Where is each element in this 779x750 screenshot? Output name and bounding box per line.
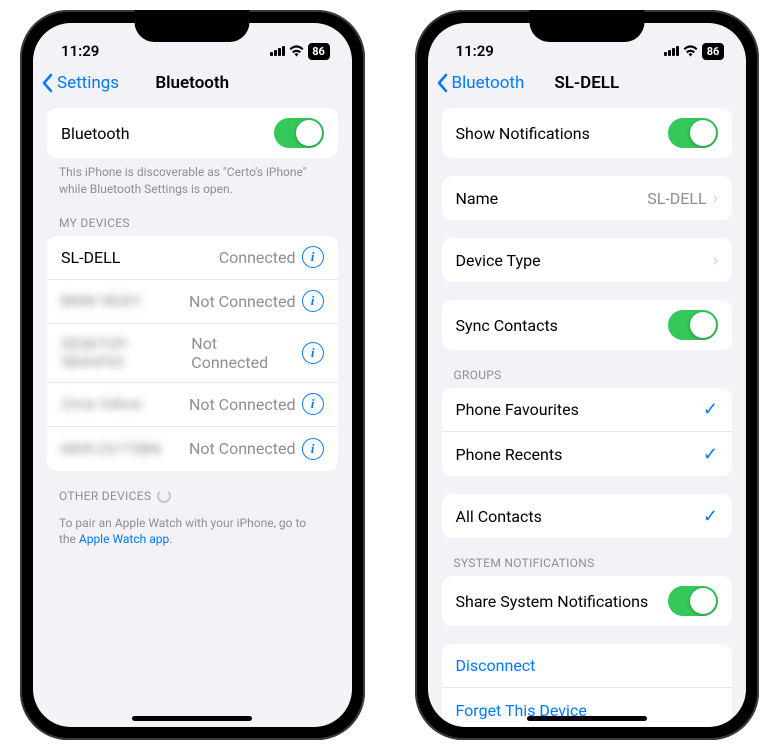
device-row[interactable]: SL-DELL Connected i (47, 236, 338, 280)
bluetooth-toggle-row[interactable]: Bluetooth (47, 108, 338, 158)
home-indicator[interactable] (132, 716, 252, 721)
notch (529, 10, 644, 42)
device-type-label: Device Type (456, 251, 541, 270)
device-status: Not Connected (189, 439, 296, 458)
info-icon[interactable]: i (302, 290, 324, 312)
sync-contacts-toggle[interactable] (668, 310, 718, 340)
device-row[interactable]: BMW 98301 Not Connected i (47, 280, 338, 324)
sync-contacts-row[interactable]: Sync Contacts (442, 300, 733, 350)
device-name: SL-DELL (61, 248, 120, 267)
device-status-wrap: Not Connected i (191, 334, 323, 372)
device-name: BMW 98301 (61, 292, 143, 310)
share-sys-notifications-row[interactable]: Share System Notifications (442, 576, 733, 626)
device-status: Not Connected (189, 395, 296, 414)
device-status: Not Connected (189, 292, 296, 311)
check-icon: ✓ (703, 506, 718, 527)
chevron-right-icon: › (713, 188, 718, 209)
my-devices-header: MY DEVICES (47, 216, 338, 236)
status-right: 86 (664, 43, 724, 60)
device-status-wrap: Not Connected i (189, 290, 324, 312)
all-contacts-label: All Contacts (456, 507, 542, 526)
device-name: DESKTOP-9B4HP03 (61, 335, 191, 371)
groups-header: GROUPS (442, 368, 733, 388)
bluetooth-label: Bluetooth (61, 124, 130, 143)
home-indicator[interactable] (527, 716, 647, 721)
device-status: Connected (219, 248, 296, 267)
name-value-text: SL-DELL (647, 189, 706, 208)
device-row[interactable]: MDR-ZX770BN Not Connected i (47, 427, 338, 471)
bluetooth-toggle[interactable] (274, 118, 324, 148)
device-row[interactable]: DESKTOP-9B4HP03 Not Connected i (47, 324, 338, 383)
device-status-wrap: Connected i (219, 246, 324, 268)
spinner-icon (157, 489, 171, 503)
share-sys-label: Share System Notifications (456, 592, 649, 611)
check-icon: ✓ (703, 444, 718, 465)
info-icon[interactable]: i (302, 342, 324, 364)
phone-left: 11:29 86 Settings Bluetooth Bluetooth (20, 10, 365, 740)
name-value: SL-DELL › (647, 188, 718, 209)
other-devices-label: OTHER DEVICES (59, 489, 151, 503)
other-devices-header: OTHER DEVICES (47, 489, 338, 509)
status-right: 86 (270, 43, 330, 60)
signal-icon (270, 46, 285, 56)
group-label: Phone Recents (456, 445, 563, 464)
watch-hint: To pair an Apple Watch with your iPhone,… (47, 509, 338, 549)
info-icon[interactable]: i (302, 246, 324, 268)
device-name: Zima Yellow (61, 395, 142, 413)
phone-right: 11:29 86 Bluetooth SL-DELL Show Notifica… (415, 10, 760, 740)
check-icon: ✓ (703, 399, 718, 420)
all-contacts-row[interactable]: All Contacts ✓ (442, 494, 733, 538)
name-label: Name (456, 189, 499, 208)
device-type-row[interactable]: Device Type › (442, 238, 733, 282)
show-notifications-row[interactable]: Show Notifications (442, 108, 733, 158)
screen-right: 11:29 86 Bluetooth SL-DELL Show Notifica… (428, 23, 747, 727)
nav-bar: Bluetooth SL-DELL (428, 67, 747, 103)
battery-icon: 86 (308, 43, 330, 60)
status-time: 11:29 (61, 42, 99, 60)
back-label: Settings (57, 73, 119, 93)
share-sys-toggle[interactable] (668, 586, 718, 616)
show-notifications-label: Show Notifications (456, 124, 590, 143)
device-name: MDR-ZX770BN (61, 440, 161, 458)
device-status-wrap: Not Connected i (189, 393, 324, 415)
notch (135, 10, 250, 42)
device-status: Not Connected (191, 334, 296, 372)
content: Bluetooth This iPhone is discoverable as… (33, 103, 352, 727)
group-row[interactable]: Phone Recents ✓ (442, 432, 733, 476)
battery-icon: 86 (702, 43, 724, 60)
back-button[interactable]: Bluetooth (436, 73, 525, 93)
content: Show Notifications Name SL-DELL › (428, 103, 747, 727)
status-time: 11:29 (456, 42, 494, 60)
sync-contacts-label: Sync Contacts (456, 316, 558, 335)
signal-icon (664, 46, 679, 56)
forget-row[interactable]: Forget This Device (442, 688, 733, 727)
group-label: Phone Favourites (456, 400, 579, 419)
device-type-value: › (713, 250, 718, 271)
wifi-icon (289, 45, 304, 57)
discoverable-text: This iPhone is discoverable as "Certo's … (47, 158, 338, 198)
chevron-left-icon (41, 73, 53, 93)
show-notifications-toggle[interactable] (668, 118, 718, 148)
info-icon[interactable]: i (302, 438, 324, 460)
disconnect-row[interactable]: Disconnect (442, 644, 733, 688)
disconnect-label: Disconnect (456, 656, 536, 675)
device-row[interactable]: Zima Yellow Not Connected i (47, 383, 338, 427)
watch-hint-post: . (169, 532, 172, 546)
group-row[interactable]: Phone Favourites ✓ (442, 388, 733, 432)
back-label: Bluetooth (452, 73, 525, 93)
name-row[interactable]: Name SL-DELL › (442, 176, 733, 220)
sys-notifications-header: SYSTEM NOTIFICATIONS (442, 556, 733, 576)
screen-left: 11:29 86 Settings Bluetooth Bluetooth (33, 23, 352, 727)
chevron-right-icon: › (713, 250, 718, 271)
nav-bar: Settings Bluetooth (33, 67, 352, 103)
apple-watch-link[interactable]: Apple Watch app (79, 532, 169, 546)
chevron-left-icon (436, 73, 448, 93)
wifi-icon (683, 45, 698, 57)
info-icon[interactable]: i (302, 393, 324, 415)
back-button[interactable]: Settings (41, 73, 119, 93)
device-status-wrap: Not Connected i (189, 438, 324, 460)
